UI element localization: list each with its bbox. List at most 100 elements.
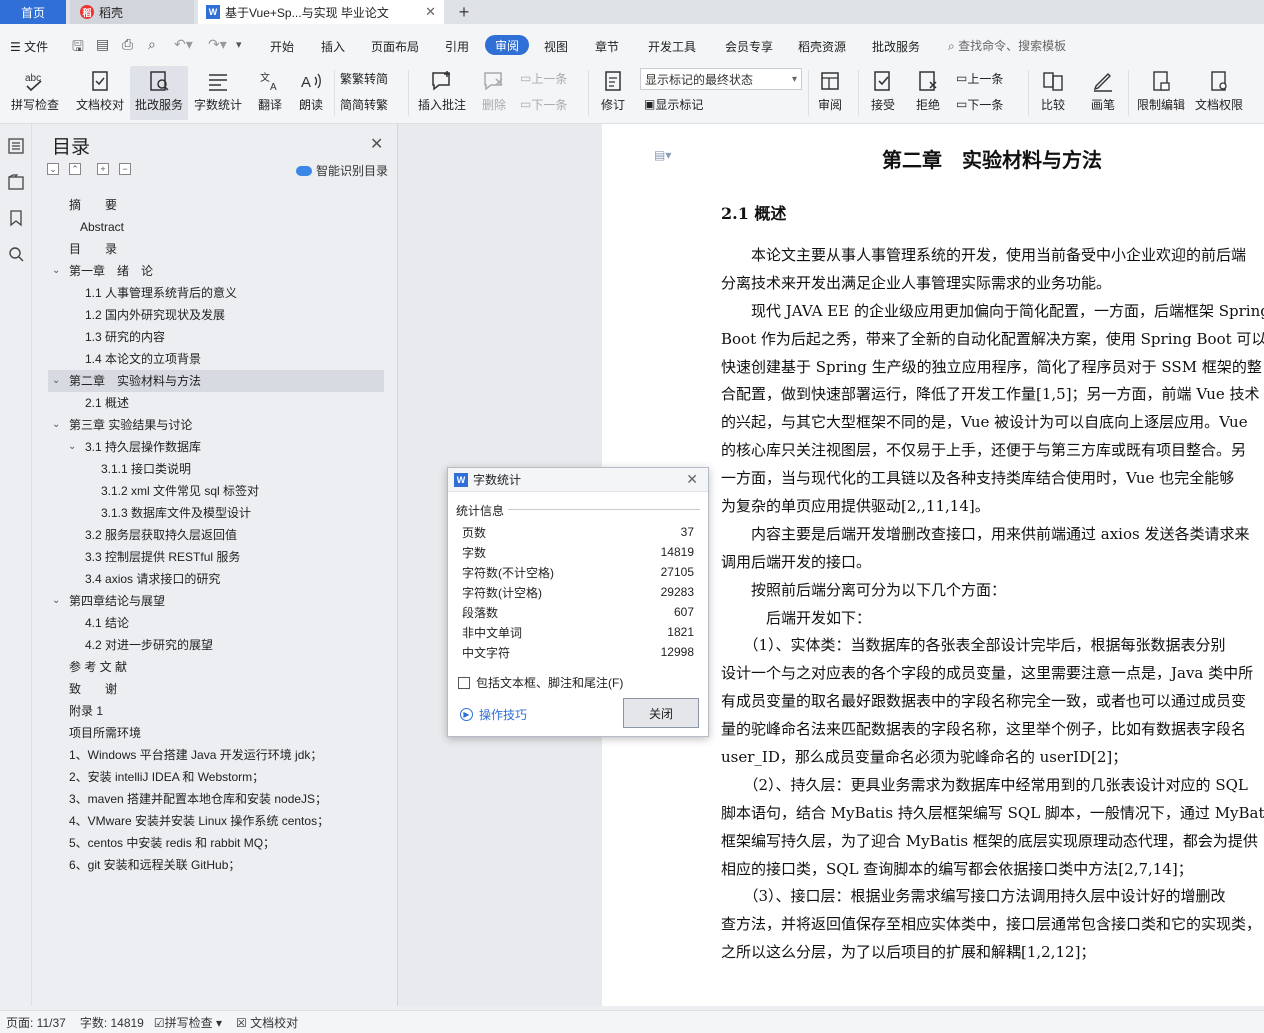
toc-item[interactable]: 参 考 文 献	[48, 656, 384, 678]
doc-proof-button[interactable]: 文档校对	[72, 66, 128, 120]
new-tab-button[interactable]: +	[450, 0, 478, 24]
toc-item[interactable]: 1.1 人事管理系统背后的意义	[48, 282, 384, 304]
smart-toc-button[interactable]: 智能识别目录	[296, 162, 388, 179]
close-icon[interactable]: ✕	[686, 471, 698, 488]
customize-toolbar-icon[interactable]: ▾	[236, 38, 242, 51]
expand-icon[interactable]: ⌃	[69, 163, 81, 175]
insert-comment-button[interactable]: 插入批注	[414, 66, 470, 120]
close-icon[interactable]: ✕	[370, 134, 383, 154]
toc-item[interactable]: 目 录	[48, 238, 384, 260]
add-item-icon[interactable]: +	[97, 163, 109, 175]
chevron-down-icon[interactable]: ⌄	[52, 370, 60, 392]
toc-item[interactable]: ⌄ 第四章结论与展望	[48, 590, 384, 612]
menu-file[interactable]: ☰ 文件	[10, 38, 48, 55]
chapter-nav-icon[interactable]	[6, 172, 26, 192]
next-comment-button[interactable]: ▭ 下一条	[520, 94, 567, 114]
export-pdf-icon[interactable]: ▤	[96, 36, 109, 53]
save-icon[interactable]: 🖫	[72, 36, 84, 60]
toc-item[interactable]: 摘 要	[48, 194, 384, 216]
menu-developer[interactable]: 开发工具	[648, 38, 696, 55]
chevron-down-icon[interactable]: ⌄	[52, 414, 60, 436]
accept-button[interactable]: 接受	[864, 66, 902, 120]
toc-item[interactable]: ⌄ 第一章 绪 论	[48, 260, 384, 282]
prev-change-button[interactable]: ▭ 上一条	[956, 68, 1003, 88]
toc-item[interactable]: 3.2 服务层获取持久层返回值	[48, 524, 384, 546]
menu-member[interactable]: 会员专享	[725, 38, 773, 55]
menu-daoke-resources[interactable]: 稻壳资源	[798, 38, 846, 55]
toc-item[interactable]: 3.3 控制层提供 RESTful 服务	[48, 546, 384, 568]
tab-daoke[interactable]: 稻 稻壳	[70, 0, 194, 24]
toc-item[interactable]: 项目所需环境	[48, 722, 384, 744]
remove-item-icon[interactable]: −	[119, 163, 131, 175]
chevron-down-icon[interactable]: ⌄	[68, 436, 76, 458]
menu-view[interactable]: 视图	[544, 38, 568, 55]
markup-state-select[interactable]: 显示标记的最终状态	[640, 68, 802, 90]
toc-item[interactable]: 1.3 研究的内容	[48, 326, 384, 348]
page-indicator[interactable]: 页面: 11/37	[6, 1014, 66, 1031]
toc-item[interactable]: ⌄ 第三章 实验结果与讨论	[48, 414, 384, 436]
toc-item[interactable]: 3、maven 搭建并配置本地仓库和安装 nodeJS；	[48, 788, 384, 810]
toc-item[interactable]: 1、Windows 平台搭建 Java 开发运行环境 jdk；	[48, 744, 384, 766]
revise-button[interactable]: 修订	[594, 66, 632, 120]
menu-correction-service[interactable]: 批改服务	[872, 38, 920, 55]
print-icon[interactable]: ⎙	[122, 36, 133, 53]
menu-start[interactable]: 开始	[270, 38, 294, 55]
restrict-edit-button[interactable]: 限制编辑	[1134, 66, 1188, 120]
doc-permission-button[interactable]: 文档权限	[1192, 66, 1246, 120]
show-markup-button[interactable]: ▣ 显示标记	[644, 94, 703, 114]
redo-icon[interactable]: ↷▾	[208, 36, 227, 53]
toc-item[interactable]: 2、安装 intelliJ IDEA 和 Webstorm；	[48, 766, 384, 788]
to-simplified-button[interactable]: 简简转繁	[340, 94, 388, 114]
next-change-button[interactable]: ▭ 下一条	[956, 94, 1003, 114]
toc-item[interactable]: 5、centos 中安装 redis 和 rabbit MQ；	[48, 832, 384, 854]
pen-button[interactable]: 画笔	[1084, 66, 1122, 120]
spell-check-status[interactable]: ☑拼写检查 ▾	[154, 1014, 222, 1031]
toc-item-selected[interactable]: ⌄ 第二章 实验材料与方法	[48, 370, 384, 392]
include-textbox-checkbox[interactable]: 包括文本框、脚注和尾注(F)	[458, 674, 623, 691]
checkbox-box[interactable]	[458, 676, 470, 689]
page-format-icon[interactable]: ▤▾	[654, 148, 671, 162]
chevron-down-icon[interactable]: ⌄	[52, 590, 60, 612]
prev-comment-button[interactable]: ▭ 上一条	[520, 68, 567, 88]
menu-references[interactable]: 引用	[445, 38, 469, 55]
dialog-title-bar[interactable]: W 字数统计 ✕	[448, 468, 708, 492]
doc-proof-status[interactable]: ☒ 文档校对	[236, 1014, 298, 1031]
toc-item[interactable]: 附录 1	[48, 700, 384, 722]
reject-button[interactable]: 拒绝	[908, 66, 948, 120]
find-icon[interactable]	[6, 244, 26, 264]
toc-item[interactable]: 6、git 安装和远程关联 GitHub；	[48, 854, 384, 876]
collapse-all-icon[interactable]: ⌄	[47, 163, 59, 175]
word-count-button[interactable]: 字数统计	[192, 66, 244, 120]
menu-chapter[interactable]: 章节	[595, 38, 619, 55]
toc-item[interactable]: 2.1 概述	[48, 392, 384, 414]
toc-item[interactable]: Abstract	[48, 216, 384, 238]
toc-item[interactable]: 1.4 本论文的立项背景	[48, 348, 384, 370]
correction-service-button[interactable]: 批改服务	[130, 66, 188, 120]
spell-check-button[interactable]: abc 拼写检查	[4, 66, 66, 120]
tab-home[interactable]: 首页	[0, 0, 66, 24]
delete-comment-button[interactable]: 删除	[474, 66, 514, 120]
toc-item[interactable]: 1.2 国内外研究现状及发展	[48, 304, 384, 326]
tips-link[interactable]: ▶ 操作技巧	[460, 706, 527, 723]
toc-item[interactable]: 致 谢	[48, 678, 384, 700]
compare-button[interactable]: 比较	[1034, 66, 1072, 120]
toc-item[interactable]: 3.1.2 xml 文件常见 sql 标签对	[48, 480, 384, 502]
print-preview-icon[interactable]: ⌕	[148, 36, 156, 53]
tab-document[interactable]: W 基于Vue+Sp...与实现 毕业论文 ✕	[198, 0, 444, 24]
command-search[interactable]: ⌕ 查找命令、搜索模板	[948, 37, 1066, 54]
toc-item[interactable]: 4、VMware 安装并安装 Linux 操作系统 centos；	[48, 810, 384, 832]
read-aloud-button[interactable]: A 朗读	[294, 66, 328, 120]
menu-review[interactable]: 审阅	[485, 35, 529, 55]
close-button[interactable]: 关闭	[623, 698, 699, 728]
menu-page-layout[interactable]: 页面布局	[371, 38, 419, 55]
review-pane-button[interactable]: 审阅	[812, 66, 848, 120]
undo-icon[interactable]: ↶▾	[174, 36, 193, 53]
menu-insert[interactable]: 插入	[321, 38, 345, 55]
toc-item[interactable]: ⌄ 3.1 持久层操作数据库	[48, 436, 384, 458]
toc-item[interactable]: 4.1 结论	[48, 612, 384, 634]
toc-nav-icon[interactable]	[6, 136, 26, 156]
chevron-down-icon[interactable]: ⌄	[52, 260, 60, 282]
word-count-indicator[interactable]: 字数: 14819	[80, 1014, 144, 1031]
toc-item[interactable]: 3.1.1 接口类说明	[48, 458, 384, 480]
to-traditional-button[interactable]: 繁繁转简	[340, 68, 388, 88]
